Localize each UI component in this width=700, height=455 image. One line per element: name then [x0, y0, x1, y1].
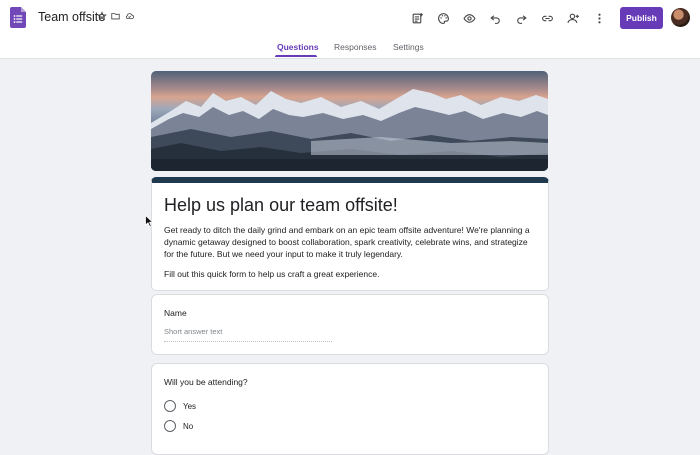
question-card-name[interactable]: Name Short answer text: [151, 294, 549, 355]
palette-icon: [437, 12, 449, 24]
tab-responses[interactable]: Responses: [334, 42, 377, 52]
publish-button[interactable]: Publish: [620, 7, 663, 29]
option-label: No: [183, 421, 194, 431]
form-tabs: Questions Responses Settings: [0, 38, 700, 58]
question-title[interactable]: Name: [164, 308, 187, 318]
short-answer-field[interactable]: Short answer text: [164, 327, 332, 342]
preview-button[interactable]: [456, 9, 482, 27]
tab-questions[interactable]: Questions: [277, 42, 319, 52]
preview-eye-icon: [463, 13, 476, 23]
question-card-attending[interactable]: Will you be attending? Yes No: [151, 363, 549, 455]
copy-link-button[interactable]: [534, 9, 560, 27]
undo-button[interactable]: [482, 9, 508, 27]
title-icons: [97, 11, 135, 21]
avatar[interactable]: [671, 8, 690, 27]
add-collaborator-button[interactable]: [561, 9, 587, 27]
option-no[interactable]: No: [164, 420, 193, 432]
question-title[interactable]: Will you be attending?: [164, 377, 248, 387]
document-title[interactable]: Team offsite: [38, 10, 105, 24]
radio-button[interactable]: [164, 400, 176, 412]
top-bar: Team offsite Publish Questions Responses…: [0, 0, 700, 59]
customize-addon-icon: [412, 12, 423, 23]
tab-settings[interactable]: Settings: [393, 42, 424, 52]
toolbar: [404, 9, 613, 27]
theme-button[interactable]: [430, 9, 456, 27]
form-note[interactable]: Fill out this quick form to help us craf…: [164, 269, 379, 279]
more-options-button[interactable]: [587, 9, 613, 27]
form-header-card[interactable]: Help us plan our team offsite! Get ready…: [151, 177, 549, 291]
option-label: Yes: [183, 401, 197, 411]
star-icon[interactable]: [97, 11, 107, 21]
add-collaborator-icon: [567, 13, 579, 23]
link-icon: [542, 15, 553, 21]
redo-icon: [517, 14, 527, 24]
active-tab-indicator: [275, 55, 317, 57]
form-description[interactable]: Get ready to ditch the daily grind and e…: [164, 224, 534, 260]
forms-logo-icon[interactable]: [10, 7, 26, 28]
more-vert-icon: [598, 13, 601, 23]
radio-button[interactable]: [164, 420, 176, 432]
form-title[interactable]: Help us plan our team offsite!: [164, 195, 398, 216]
option-yes[interactable]: Yes: [164, 400, 196, 412]
cloud-saved-icon: [125, 13, 135, 19]
mouse-cursor-icon: [145, 215, 154, 228]
redo-button[interactable]: [508, 9, 534, 27]
undo-icon: [490, 14, 500, 24]
header-image: [151, 71, 548, 171]
customize-addon-button[interactable]: [404, 9, 430, 27]
move-folder-icon[interactable]: [110, 11, 121, 21]
